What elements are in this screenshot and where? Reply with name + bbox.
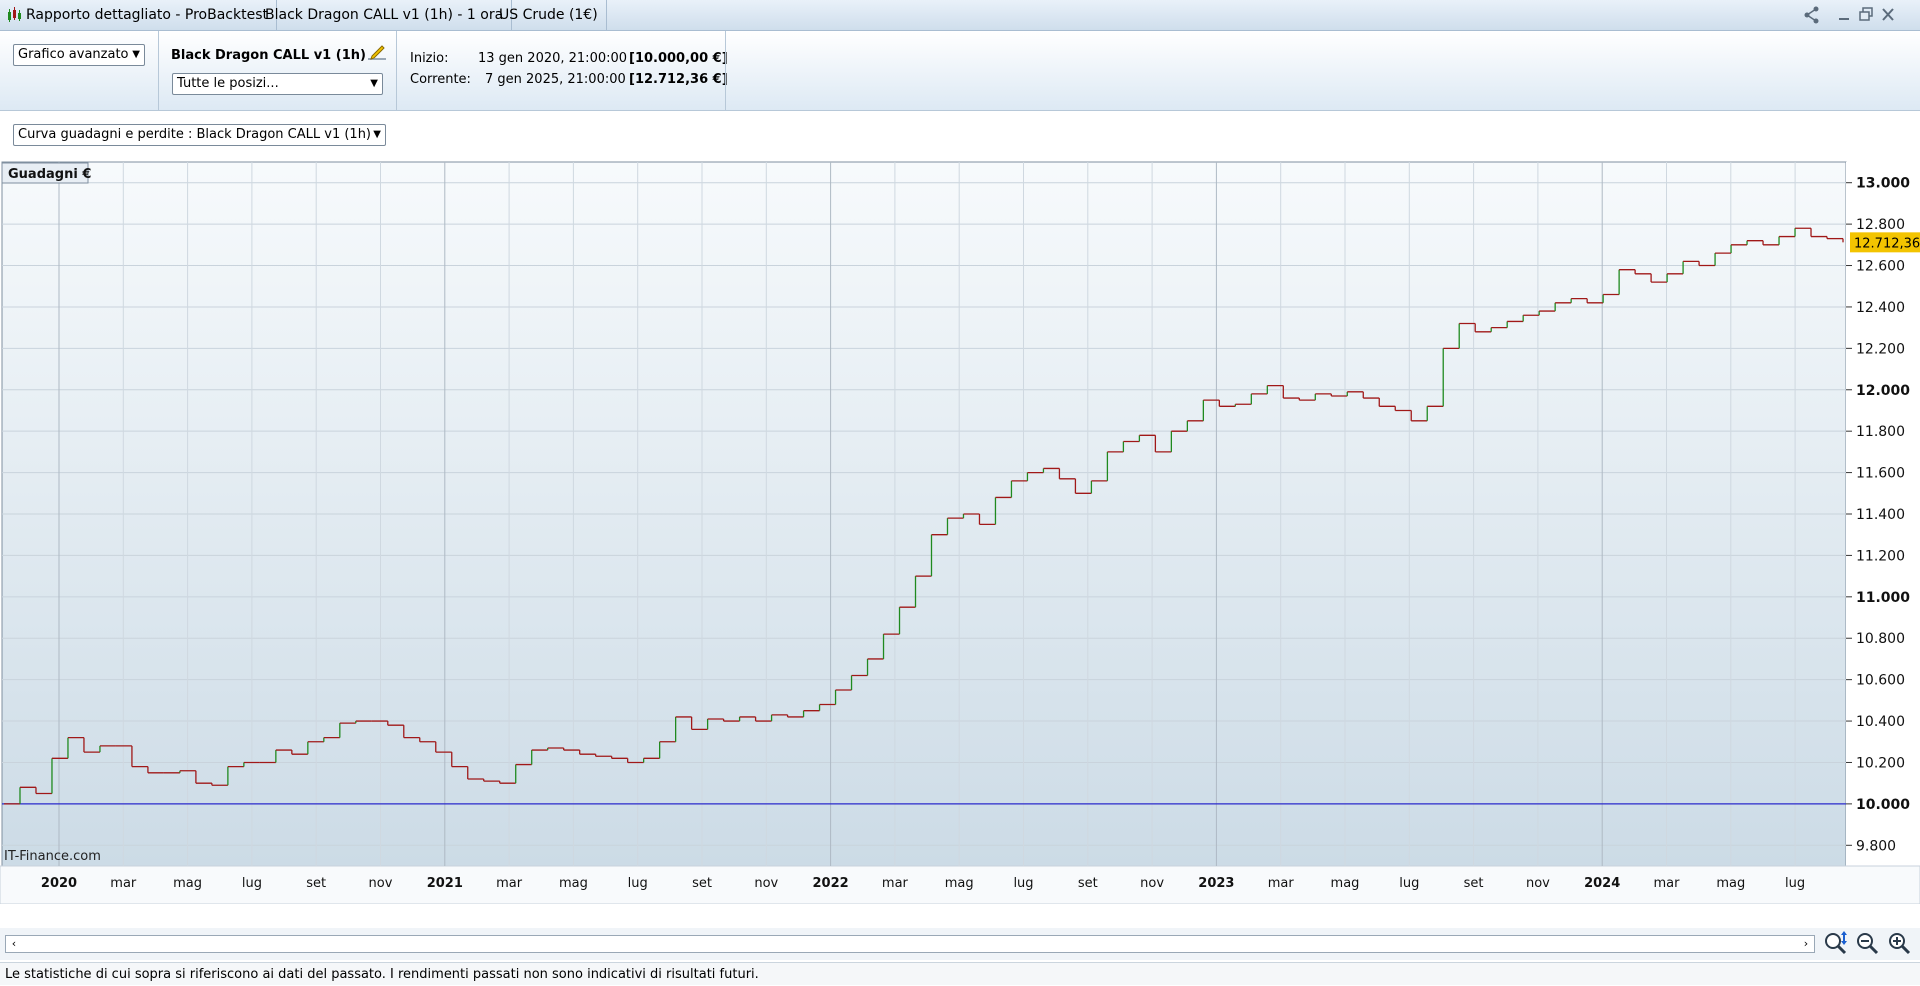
x-tick-label: mar [1654, 876, 1681, 891]
y-tick-label: 11.800 [1856, 424, 1905, 440]
tab-report-label: Rapporto dettagliato - ProBacktest [26, 7, 268, 23]
report-header: Grafico avanzato ▼ Black Dragon CALL v1 … [0, 31, 1920, 111]
close-icon[interactable] [1878, 4, 1898, 26]
equity-chart[interactable]: 9.800 10.000 10.200 10.400 10.600 10.800 11.00… [0, 161, 1920, 904]
x-tick-label: lug [1013, 876, 1033, 891]
watermark-text: IT-Finance.com [4, 849, 101, 864]
tab-instrument-label: US Crude (1€) [499, 7, 598, 23]
x-tick-label: mag [559, 876, 588, 891]
y-tick-label: 12.800 [1856, 217, 1905, 233]
x-tick-label: mar [1268, 876, 1295, 891]
y-tick-label: 10.800 [1856, 631, 1905, 647]
x-tick-label: mar [882, 876, 909, 891]
title-bar: Rapporto dettagliato - ProBacktest Black… [0, 0, 1920, 31]
share-icon[interactable] [1802, 4, 1822, 26]
x-tick-label: 2024 [1584, 876, 1620, 891]
start-label: Inizio: [410, 51, 449, 66]
x-tick-label: lug [1399, 876, 1419, 891]
horizontal-scrollbar[interactable]: ‹ › [5, 935, 1815, 953]
positions-select-value: Tutte le posizi... [177, 76, 279, 91]
y-tick-label: 11.000 [1856, 590, 1910, 606]
x-tick-label: lug [628, 876, 648, 891]
start-date: 13 gen 2020, 21:00:00 [478, 51, 628, 66]
x-tick-label: 2020 [41, 876, 77, 891]
x-tick-label: lug [242, 876, 262, 891]
y-tick-label: 10.200 [1856, 755, 1905, 771]
x-tick-label: mar [496, 876, 523, 891]
x-tick-label: mag [173, 876, 202, 891]
x-tick-label: 2021 [427, 876, 463, 891]
x-tick-label: nov [1526, 876, 1550, 891]
y-tick-label: 11.400 [1856, 507, 1905, 523]
zoom-fit-icon[interactable] [1823, 931, 1849, 957]
y-tick-label: 10.000 [1856, 797, 1910, 813]
current-date: 7 gen 2025, 21:00:00 [485, 72, 626, 87]
x-tick-label: set [1464, 876, 1484, 891]
chart-title: Guadagni € [8, 167, 91, 182]
system-name: Black Dragon CALL v1 (1h) [171, 48, 366, 63]
x-tick-label: mag [1716, 876, 1745, 891]
scroll-left-arrow[interactable]: ‹ [6, 936, 22, 952]
scroll-right-arrow[interactable]: › [1798, 936, 1814, 952]
y-tick-label: 9.800 [1856, 838, 1896, 854]
tab-system-label: Black Dragon CALL v1 (1h) - 1 ora [265, 7, 504, 23]
y-tick-label: 12.000 [1856, 383, 1910, 399]
x-tick-label: nov [369, 876, 393, 891]
x-tick-label: nov [754, 876, 778, 891]
curve-select[interactable]: Curva guadagni e perdite : Black Dragon … [13, 124, 386, 146]
x-tick-label: mar [110, 876, 137, 891]
x-tick-label: set [1078, 876, 1098, 891]
curve-select-value: Curva guadagni e perdite : Black Dragon … [18, 127, 372, 142]
current-label: Corrente: [410, 72, 471, 87]
view-mode-select[interactable]: Grafico avanzato ▼ [13, 44, 145, 66]
tab-report[interactable]: Rapporto dettagliato - ProBacktest [0, 0, 277, 30]
y-tick-label: 12.600 [1856, 259, 1905, 275]
divider [396, 31, 397, 110]
current-value-label: 12.712,36 [1854, 236, 1920, 251]
x-tick-label: nov [1140, 876, 1164, 891]
x-tick-label: mag [1331, 876, 1360, 891]
y-tick-label: 12.200 [1856, 341, 1905, 357]
tab-instrument[interactable]: US Crude (1€) [491, 0, 607, 30]
y-tick-label: 11.200 [1856, 548, 1905, 564]
view-mode-value: Grafico avanzato [18, 47, 129, 62]
y-tick-label: 10.600 [1856, 673, 1905, 689]
zoom-in-icon[interactable] [1887, 931, 1913, 957]
edit-pencil-icon[interactable] [367, 42, 387, 62]
x-tick-label: mag [945, 876, 974, 891]
chevron-down-icon: ▼ [132, 49, 140, 60]
disclaimer-status-bar: Le statistiche di cui sopra si riferisco… [0, 962, 1920, 985]
y-tick-label: 13.000 [1856, 176, 1910, 192]
y-tick-label: 11.600 [1856, 466, 1905, 482]
x-tick-label: 2022 [813, 876, 849, 891]
curve-selector-row: Curva guadagni e perdite : Black Dragon … [0, 111, 1920, 161]
y-tick-label: 10.400 [1856, 714, 1905, 730]
chevron-down-icon: ▼ [373, 129, 381, 140]
chart-navigation: ‹ › [0, 928, 1920, 960]
x-tick-label: set [306, 876, 326, 891]
tab-system[interactable]: Black Dragon CALL v1 (1h) - 1 ora [257, 0, 513, 30]
restore-icon[interactable] [1856, 4, 1876, 26]
x-tick-label: set [692, 876, 712, 891]
x-tick-label: 2023 [1198, 876, 1234, 891]
divider [158, 31, 159, 110]
divider [725, 31, 726, 110]
candlestick-icon [8, 7, 21, 22]
current-value: [12.712,36 €] [629, 72, 728, 87]
equity-chart-svg[interactable]: 9.800 10.000 10.200 10.400 10.600 10.800 11.00… [0, 161, 1920, 904]
y-tick-label: 12.400 [1856, 300, 1905, 316]
x-tick-label: lug [1785, 876, 1805, 891]
start-value: [10.000,00 €] [629, 51, 728, 66]
positions-select[interactable]: Tutte le posizi... ▼ [172, 73, 383, 95]
zoom-out-icon[interactable] [1855, 931, 1881, 957]
chevron-down-icon: ▼ [370, 78, 378, 89]
minimize-icon[interactable] [1834, 4, 1854, 26]
